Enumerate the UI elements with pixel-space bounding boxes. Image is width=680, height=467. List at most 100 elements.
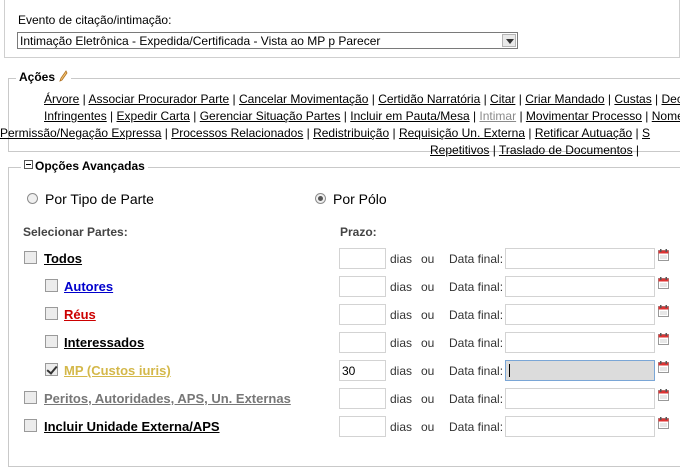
prazo-input[interactable]: 30 [339,360,386,381]
separator: | [469,109,480,123]
acao-link-arvore[interactable]: Árvore [44,92,79,106]
acao-link-cancelar-movimentacao[interactable]: Cancelar Movimentação [239,92,368,106]
separator: | [106,109,117,123]
prazo-input[interactable] [339,332,386,353]
acoes-links: Árvore | Associar Procurador Parte | Can… [0,91,680,159]
party-label[interactable]: Todos [44,251,82,266]
ou-label: ou [421,392,435,406]
data-final-label: Data final: [449,420,504,434]
acao-link-processos-relacionados[interactable]: Processos Relacionados [171,126,303,140]
acao-link-expedir-carta[interactable]: Expedir Carta [117,109,190,123]
acao-link-intimar: Intimar [479,109,517,123]
data-final-label: Data final: [449,280,504,294]
calendar-icon[interactable] [658,249,669,261]
data-final-input[interactable] [505,388,655,409]
party-checkbox[interactable] [24,251,37,264]
data-final-input[interactable] [505,360,655,381]
acoes-legend-label: Ações [19,70,56,84]
party-checkbox[interactable] [45,335,58,348]
chevron-down-icon[interactable] [502,34,516,47]
acao-link-decli[interactable]: Decli [662,92,680,106]
collapse-icon[interactable] [24,160,33,169]
separator: | [604,92,615,106]
acao-link-movimentar-processo[interactable]: Movimentar Processo [526,109,642,123]
dias-label: dias [390,336,413,350]
party-checkbox[interactable] [24,391,37,404]
ou-label: ou [421,336,435,350]
party-label[interactable]: Autores [64,279,113,294]
calendar-icon[interactable] [658,277,669,289]
party-label[interactable]: MP (Custos iuris) [64,363,171,378]
acao-link-citar[interactable]: Citar [490,92,515,106]
prazo-input[interactable] [339,248,386,269]
ou-label: ou [421,420,435,434]
acao-link-infringentes[interactable]: Infringentes [44,109,107,123]
separator: | [516,109,526,123]
party-checkbox[interactable] [24,419,37,432]
ou-label: ou [421,280,435,294]
wrench-icon[interactable] [58,70,68,82]
data-final-label: Data final: [449,336,504,350]
dias-label: dias [390,392,413,406]
selecionar-partes-heading: Selecionar Partes: [23,225,128,239]
party-checkbox[interactable] [45,363,58,376]
data-final-input[interactable] [505,332,655,353]
acao-link-repetitivos[interactable]: Repetitivos [430,143,489,157]
radio-por-polo[interactable] [315,193,326,204]
data-final-label: Data final: [449,252,504,266]
calendar-icon[interactable] [658,389,669,401]
acoes-legend: Ações [16,70,72,84]
party-checkbox[interactable] [45,279,58,292]
separator: | [340,109,351,123]
acao-link-incluir-em-pauta-mesa[interactable]: Incluir em Pauta/Mesa [350,109,469,123]
evento-panel [4,0,680,58]
prazo-input[interactable] [339,388,386,409]
data-final-input[interactable] [505,248,655,269]
prazo-input[interactable] [339,304,386,325]
separator: | [161,126,172,140]
separator: | [480,92,491,106]
acao-link-retificar-autuacao[interactable]: Retificar Autuação [535,126,632,140]
radio-por-tipo[interactable] [27,193,38,204]
data-final-label: Data final: [449,364,504,378]
party-label[interactable]: Incluir Unidade Externa/APS [44,419,220,434]
calendar-icon[interactable] [658,417,669,429]
acao-link-redistribuicao[interactable]: Redistribuição [313,126,389,140]
separator: | [389,126,399,140]
acao-link-nomea[interactable]: Nomea [652,109,680,123]
radio-por-tipo-label: Por Tipo de Parte [45,191,154,207]
party-label[interactable]: Réus [64,307,96,322]
acao-link-s[interactable]: S [642,126,650,140]
acao-link-gerenciar-situacao-partes[interactable]: Gerenciar Situação Partes [200,109,341,123]
calendar-icon[interactable] [658,305,669,317]
separator: | [632,143,640,157]
prazo-input[interactable] [339,416,386,437]
acao-link-requisicao-un-externa[interactable]: Requisição Un. Externa [399,126,525,140]
acoes-row: Repetitivos | Traslado de Documentos | [430,142,680,159]
separator: | [368,92,379,106]
data-final-input[interactable] [505,276,655,297]
evento-select[interactable]: Intimação Eletrônica - Expedida/Certific… [17,32,518,49]
data-final-input[interactable] [505,304,655,325]
calendar-icon[interactable] [658,333,669,345]
party-label[interactable]: Peritos, Autoridades, APS, Un. Externas [44,391,291,406]
calendar-icon[interactable] [658,361,669,373]
party-label[interactable]: Interessados [64,335,144,350]
acao-link-traslado-de-documentos[interactable]: Traslado de Documentos [499,143,633,157]
dias-label: dias [390,252,413,266]
acao-link-criar-mandado[interactable]: Criar Mandado [525,92,604,106]
acoes-row: Infringentes | Expedir Carta | Gerenciar… [44,108,680,125]
separator: | [632,126,642,140]
acao-link-permissao-negacao-expressa[interactable]: Permissão/Negação Expressa [0,126,161,140]
party-checkbox[interactable] [45,307,58,320]
evento-select-value: Intimação Eletrônica - Expedida/Certific… [20,34,381,48]
separator: | [515,92,526,106]
separator: | [525,126,535,140]
dias-label: dias [390,364,413,378]
acao-link-certidao-narratoria[interactable]: Certidão Narratória [378,92,480,106]
acoes-row: Permissão/Negação Expressa | Processos R… [0,125,680,142]
acao-link-associar-procurador-parte[interactable]: Associar Procurador Parte [88,92,229,106]
data-final-input[interactable] [505,416,655,437]
acao-link-custas[interactable]: Custas [614,92,651,106]
prazo-input[interactable] [339,276,386,297]
